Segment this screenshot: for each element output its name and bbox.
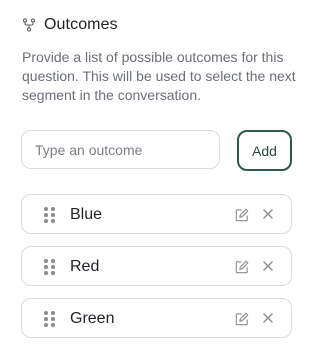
outcome-list: Blue Red Green <box>21 194 292 350</box>
add-outcome-button[interactable]: Add <box>237 130 292 171</box>
drag-handle-icon[interactable] <box>44 259 56 275</box>
close-icon[interactable] <box>262 208 274 220</box>
add-outcome-form: Add <box>21 130 292 171</box>
outcome-label: Red <box>70 258 100 275</box>
section-header: Outcomes <box>22 16 118 34</box>
edit-icon[interactable] <box>235 208 249 222</box>
drag-handle-icon[interactable] <box>44 311 56 327</box>
close-icon[interactable] <box>262 260 274 272</box>
edit-icon[interactable] <box>235 260 249 274</box>
outcome-input[interactable] <box>21 130 220 169</box>
section-title: Outcomes <box>44 16 118 33</box>
outcome-label: Green <box>70 310 115 327</box>
outcome-label: Blue <box>70 206 103 223</box>
outcome-item[interactable]: Red <box>21 246 292 286</box>
close-icon[interactable] <box>262 312 274 324</box>
section-description: Provide a list of possible outcomes for … <box>22 49 296 103</box>
outcome-item[interactable]: Green <box>21 298 292 338</box>
edit-icon[interactable] <box>235 312 249 326</box>
outcome-item[interactable]: Blue <box>21 194 292 234</box>
branch-icon <box>22 18 36 32</box>
drag-handle-icon[interactable] <box>44 207 56 223</box>
